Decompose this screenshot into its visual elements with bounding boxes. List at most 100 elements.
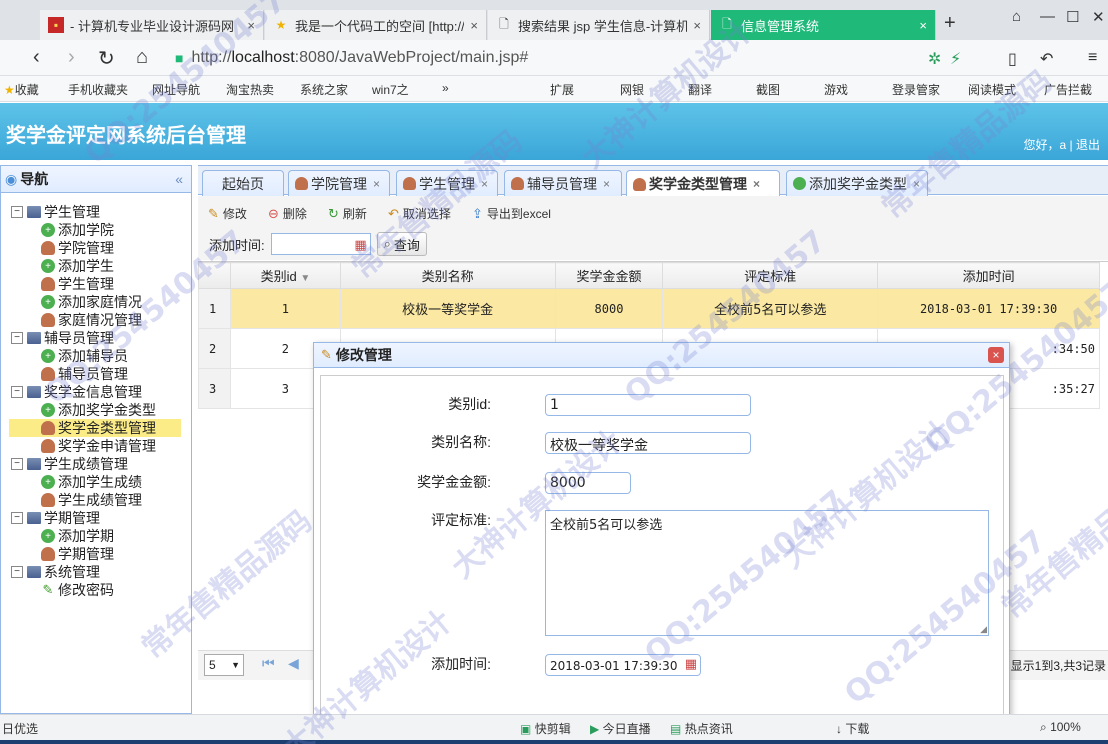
browser-tab-3[interactable]: 🗋 搜索结果 jsp 学生信息-计算机 × (488, 10, 710, 40)
toolbar-item[interactable]: 游戏 (824, 81, 848, 98)
tab-add-scholarship-type[interactable]: 添加奖学金类型 × (786, 170, 928, 196)
forward-icon[interactable]: › (68, 46, 75, 69)
collapse-toggle-icon[interactable]: − (11, 206, 23, 218)
category-id-field[interactable]: 1 (545, 394, 751, 416)
add-time-field[interactable]: 2018-03-01 17:39:30 ▦ (545, 654, 701, 676)
bookmark-item[interactable]: win7之 (372, 81, 409, 98)
zoom-level[interactable]: ⌕ 100% (1040, 720, 1081, 735)
close-tab-icon[interactable]: × (470, 18, 478, 33)
tree-group[interactable]: − 学生成绩管理 (1, 455, 191, 473)
toolbar-item[interactable]: 扩展 (550, 81, 574, 98)
collapse-toggle-icon[interactable]: − (11, 512, 23, 524)
criteria-textarea[interactable]: 全校前5名可以参选 ◢ (545, 510, 989, 636)
browser-tab-1[interactable]: ▪ - 计算机专业毕业设计源码网 × (40, 10, 264, 40)
browser-tab-active[interactable]: 🗋 信息管理系统 × (711, 10, 936, 40)
collapse-toggle-icon[interactable]: − (11, 458, 23, 470)
tab-home[interactable]: 起始页 (202, 170, 284, 196)
tab-scholarship-type-management[interactable]: 奖学金类型管理 × (626, 170, 780, 197)
tree-group[interactable]: − 辅导员管理 (1, 329, 191, 347)
close-tab-icon[interactable]: × (481, 177, 488, 191)
sidebar-item[interactable]: 家庭情况管理 (1, 311, 191, 329)
status-item[interactable]: ↓ 下载 (836, 720, 869, 737)
speed-mode-icon[interactable]: ⚡ (950, 49, 961, 69)
status-item[interactable]: ▤ 热点资讯 (670, 720, 733, 737)
column-header[interactable]: 评定标准 (662, 262, 879, 289)
column-header[interactable]: 类别名称 (339, 262, 556, 289)
new-tab-icon[interactable]: + (944, 12, 956, 35)
home-icon[interactable]: ⌂ (136, 46, 148, 69)
sidebar-item[interactable]: 学期管理 (1, 545, 191, 563)
toolbar-item[interactable]: 截图 (756, 81, 780, 98)
add-time-filter-input[interactable]: ▦ (270, 233, 371, 255)
export-excel-button[interactable]: ⇪ 导出到excel (472, 205, 551, 222)
tab-counselor-management[interactable]: 辅导员管理 × (504, 170, 622, 196)
column-header[interactable]: 类别id ▼ (229, 262, 341, 289)
browser-tab-2[interactable]: ★ 我是一个代码工的空间 [http:// × (265, 10, 487, 40)
tree-group[interactable]: − 学生管理 (1, 203, 191, 221)
prev-page-icon[interactable]: ◀ (288, 655, 299, 672)
bookmark-item[interactable]: 手机收藏夹 (68, 81, 128, 98)
collapse-icon[interactable]: « (175, 171, 183, 187)
page-size-select[interactable]: 5 ▼ (204, 654, 244, 676)
close-tab-icon[interactable]: × (247, 18, 255, 33)
bookmark-item[interactable]: ★收藏 (4, 81, 39, 98)
skin-icon[interactable]: ⌂ (1012, 8, 1021, 25)
sidebar-item[interactable]: 学生成绩管理 (1, 491, 191, 509)
sidebar-item[interactable]: 学院管理 (1, 239, 191, 257)
close-icon[interactable]: × (988, 347, 1004, 363)
status-item[interactable]: ▶ 今日直播 (590, 720, 651, 737)
url-field[interactable]: ■ http://localhost:8080/JavaWebProject/m… (175, 46, 920, 70)
device-icon[interactable]: ▯ (1008, 49, 1017, 69)
collapse-toggle-icon[interactable]: − (11, 332, 23, 344)
sidebar-item[interactable]: 奖学金申请管理 (1, 437, 191, 455)
refresh-extension-icon[interactable]: ✲ (928, 49, 941, 69)
tree-group[interactable]: − 奖学金信息管理 (1, 383, 191, 401)
menu-icon[interactable]: ≡ (1088, 49, 1097, 67)
sidebar-item[interactable]: 奖学金类型管理 (9, 419, 181, 437)
bookmark-item[interactable]: 淘宝热卖 (226, 81, 274, 98)
toolbar-item[interactable]: 网银 (620, 81, 644, 98)
tab-college-management[interactable]: 学院管理 × (288, 170, 390, 196)
sidebar-item[interactable]: + 添加奖学金类型 (1, 401, 191, 419)
status-item[interactable]: ▣ 快剪辑 (520, 720, 571, 737)
column-header[interactable]: 奖学金金额 (554, 262, 664, 289)
table-row[interactable]: 1 1 校极一等奖学金 8000 全校前5名可以参选 2018-03-01 17… (198, 288, 1100, 329)
cancel-select-button[interactable]: ↶ 取消选择 (388, 205, 451, 222)
sidebar-item[interactable]: + 添加学生 (1, 257, 191, 275)
calendar-icon[interactable]: ▦ (685, 657, 697, 672)
collapse-toggle-icon[interactable]: − (11, 566, 23, 578)
back-icon[interactable]: ‹ (33, 46, 40, 69)
toolbar-item[interactable]: 阅读模式 (968, 81, 1016, 98)
query-button[interactable]: ⌕ 查询 (376, 232, 427, 256)
calendar-icon[interactable]: ▦ (354, 237, 366, 253)
close-tab-icon[interactable]: × (919, 18, 927, 33)
sidebar-item[interactable]: + 添加学生成绩 (1, 473, 191, 491)
bookmark-item[interactable]: 网址导航 (152, 81, 200, 98)
refresh-button[interactable]: ↻ 刷新 (328, 205, 367, 222)
sidebar-item[interactable]: + 添加辅导员 (1, 347, 191, 365)
sidebar-item[interactable]: ✎ 修改密码 (1, 581, 191, 599)
reload-icon[interactable]: ↻ (98, 46, 115, 71)
tree-group[interactable]: − 学期管理 (1, 509, 191, 527)
sidebar-item[interactable]: 学生管理 (1, 275, 191, 293)
tab-student-management[interactable]: 学生管理 × (396, 170, 498, 196)
toolbar-item[interactable]: 登录管家 (892, 81, 940, 98)
close-tab-icon[interactable]: × (373, 177, 380, 191)
resize-grip-icon[interactable]: ◢ (980, 625, 987, 635)
logout-link[interactable]: 退出 (1076, 138, 1100, 152)
amount-field[interactable]: 8000 (545, 472, 631, 494)
close-tab-icon[interactable]: × (693, 18, 701, 33)
maximize-icon[interactable]: ☐ (1066, 8, 1079, 26)
collapse-toggle-icon[interactable]: − (11, 386, 23, 398)
edit-button[interactable]: ✎ 修改 (208, 205, 247, 222)
close-tab-icon[interactable]: × (603, 177, 610, 191)
sidebar-item[interactable]: + 添加学期 (1, 527, 191, 545)
toolbar-item[interactable]: 广告拦截 (1044, 81, 1092, 98)
bookmark-item[interactable]: 系统之家 (300, 81, 348, 98)
close-window-icon[interactable]: ✕ (1092, 8, 1105, 26)
category-name-field[interactable]: 校极一等奖学金 (545, 432, 751, 454)
close-tab-icon[interactable]: × (913, 177, 920, 191)
toolbar-item[interactable]: 翻译 (688, 81, 712, 98)
sidebar-item[interactable]: 辅导员管理 (1, 365, 191, 383)
sidebar-item[interactable]: + 添加家庭情况 (1, 293, 191, 311)
